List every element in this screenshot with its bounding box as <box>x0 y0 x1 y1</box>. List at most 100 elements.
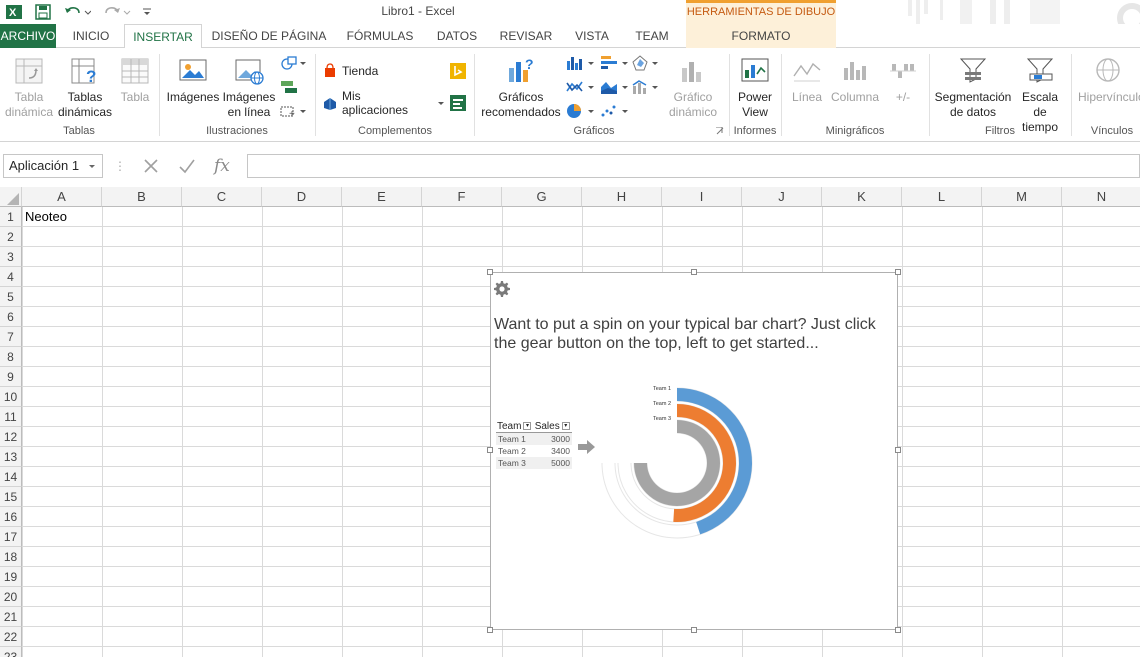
column-header-l[interactable]: L <box>902 187 982 207</box>
hyperlink-button[interactable]: Hipervínculo <box>1074 56 1140 105</box>
resize-handle-right[interactable] <box>895 447 901 453</box>
tab-team[interactable]: TEAM <box>626 24 678 48</box>
row-header-14[interactable]: 14 <box>0 467 22 487</box>
row-header-21[interactable]: 21 <box>0 607 22 627</box>
row-header-5[interactable]: 5 <box>0 287 22 307</box>
app-object-frame[interactable]: Want to put a spin on your typical bar c… <box>487 269 901 633</box>
recommended-pivot-label-2: dinámicas <box>57 105 113 119</box>
my-apps-button[interactable]: Mis aplicaciones <box>322 89 446 117</box>
tab-revisar[interactable]: REVISAR <box>496 24 556 48</box>
column-header-k[interactable]: K <box>822 187 902 207</box>
row-header-3[interactable]: 3 <box>0 247 22 267</box>
column-header-h[interactable]: H <box>582 187 662 207</box>
row-header-7[interactable]: 7 <box>0 327 22 347</box>
row-header-19[interactable]: 19 <box>0 567 22 587</box>
gear-icon[interactable] <box>494 281 510 297</box>
row-header-2[interactable]: 2 <box>0 227 22 247</box>
row-header-9[interactable]: 9 <box>0 367 22 387</box>
resize-handle-top-right[interactable] <box>895 269 901 275</box>
column-header-d[interactable]: D <box>262 187 342 207</box>
row-header-4[interactable]: 4 <box>0 267 22 287</box>
row-header-18[interactable]: 18 <box>0 547 22 567</box>
dialog-launcher-icon[interactable] <box>716 126 726 136</box>
column-header-b[interactable]: B <box>102 187 182 207</box>
online-images-button[interactable]: Imágenes en línea <box>220 56 278 120</box>
slicer-button[interactable]: Segmentación de datos <box>932 56 1014 120</box>
screenshot-button[interactable]: + <box>280 102 308 120</box>
power-view-button[interactable]: Power View <box>732 56 778 120</box>
formula-input[interactable] <box>247 154 1140 178</box>
column-header-i[interactable]: I <box>662 187 742 207</box>
timeline-button[interactable]: Escala de tiempo <box>1014 56 1066 135</box>
row-header-1[interactable]: 1 <box>0 207 22 227</box>
row-header-20[interactable]: 20 <box>0 587 22 607</box>
row-header-13[interactable]: 13 <box>0 447 22 467</box>
column-header-m[interactable]: M <box>982 187 1062 207</box>
pivot-table-button[interactable]: Tabla dinámica <box>2 56 56 120</box>
bing-maps-button[interactable] <box>450 62 470 80</box>
select-all-corner[interactable] <box>0 187 22 207</box>
store-button[interactable]: Tienda <box>322 62 442 80</box>
resize-handle-bottom[interactable] <box>691 627 697 633</box>
sparkline-winloss-button[interactable]: +/- <box>882 56 924 105</box>
sparkline-column-button[interactable]: Columna <box>828 56 882 105</box>
recommended-pivot-button[interactable]: ? Tablas dinámicas <box>56 56 114 120</box>
tab-diseno-de-pagina[interactable]: DISEÑO DE PÁGINA <box>208 24 330 48</box>
column-header-f[interactable]: F <box>422 187 502 207</box>
pivot-chart-button[interactable]: Gráfico dinámico <box>662 56 724 120</box>
area-chart-button[interactable] <box>600 78 632 96</box>
images-button[interactable]: Imágenes <box>164 56 222 105</box>
radar-chart-button[interactable] <box>632 54 662 72</box>
sparkline-line-button[interactable]: Línea <box>786 56 828 105</box>
row-header-22[interactable]: 22 <box>0 627 22 647</box>
smartart-button[interactable] <box>280 78 308 96</box>
chevron-down-icon[interactable] <box>87 155 97 177</box>
resize-handle-top[interactable] <box>691 269 697 275</box>
cancel-icon[interactable] <box>140 156 164 176</box>
resize-handle-left[interactable] <box>487 447 493 453</box>
column-header-e[interactable]: E <box>342 187 422 207</box>
row-header-6[interactable]: 6 <box>0 307 22 327</box>
row-header-8[interactable]: 8 <box>0 347 22 367</box>
enter-icon[interactable] <box>176 156 200 176</box>
tab-formato[interactable]: FORMATO <box>686 24 836 48</box>
row-header-17[interactable]: 17 <box>0 527 22 547</box>
pie-chart-button[interactable] <box>566 102 598 120</box>
cell-a1[interactable]: Neoteo <box>22 207 102 227</box>
tab-archivo[interactable]: ARCHIVO <box>0 24 56 48</box>
people-graph-button[interactable] <box>450 94 470 112</box>
column-header-n[interactable]: N <box>1062 187 1140 207</box>
bar-chart-button[interactable] <box>600 54 632 72</box>
combo-chart-button[interactable] <box>632 78 662 96</box>
resize-handle-top-left[interactable] <box>487 269 493 275</box>
shapes-button[interactable] <box>280 54 308 72</box>
line-chart-button[interactable] <box>566 78 598 96</box>
column-header-j[interactable]: J <box>742 187 822 207</box>
tab-inicio[interactable]: INICIO <box>62 24 120 48</box>
table-cell: Team 2 <box>498 445 526 456</box>
recommended-charts-button[interactable]: ? Gráficos recomendados <box>478 56 564 120</box>
sparkline-column-label: Columna <box>830 90 880 104</box>
resize-handle-bottom-right[interactable] <box>895 627 901 633</box>
scatter-chart-button[interactable] <box>600 102 632 120</box>
row-header-15[interactable]: 15 <box>0 487 22 507</box>
tab-formulas[interactable]: FÓRMULAS <box>340 24 420 48</box>
svg-text:+: + <box>289 109 295 119</box>
column-chart-button[interactable] <box>566 54 598 72</box>
row-header-10[interactable]: 10 <box>0 387 22 407</box>
resize-handle-bottom-left[interactable] <box>487 627 493 633</box>
tab-datos[interactable]: DATOS <box>428 24 486 48</box>
insert-function-icon[interactable]: fx <box>214 154 240 178</box>
column-header-a[interactable]: A <box>22 187 102 207</box>
row-header-11[interactable]: 11 <box>0 407 22 427</box>
row-header-16[interactable]: 16 <box>0 507 22 527</box>
column-header-c[interactable]: C <box>182 187 262 207</box>
formula-bar-grip-icon[interactable]: ⋮ <box>114 156 126 176</box>
tab-insertar[interactable]: INSERTAR <box>124 24 202 49</box>
row-header-12[interactable]: 12 <box>0 427 22 447</box>
name-box[interactable]: Aplicación 1 <box>3 154 103 178</box>
table-button[interactable]: Tabla <box>114 56 156 105</box>
column-header-g[interactable]: G <box>502 187 582 207</box>
tab-vista[interactable]: VISTA <box>568 24 616 48</box>
row-header-23[interactable]: 23 <box>0 647 22 657</box>
